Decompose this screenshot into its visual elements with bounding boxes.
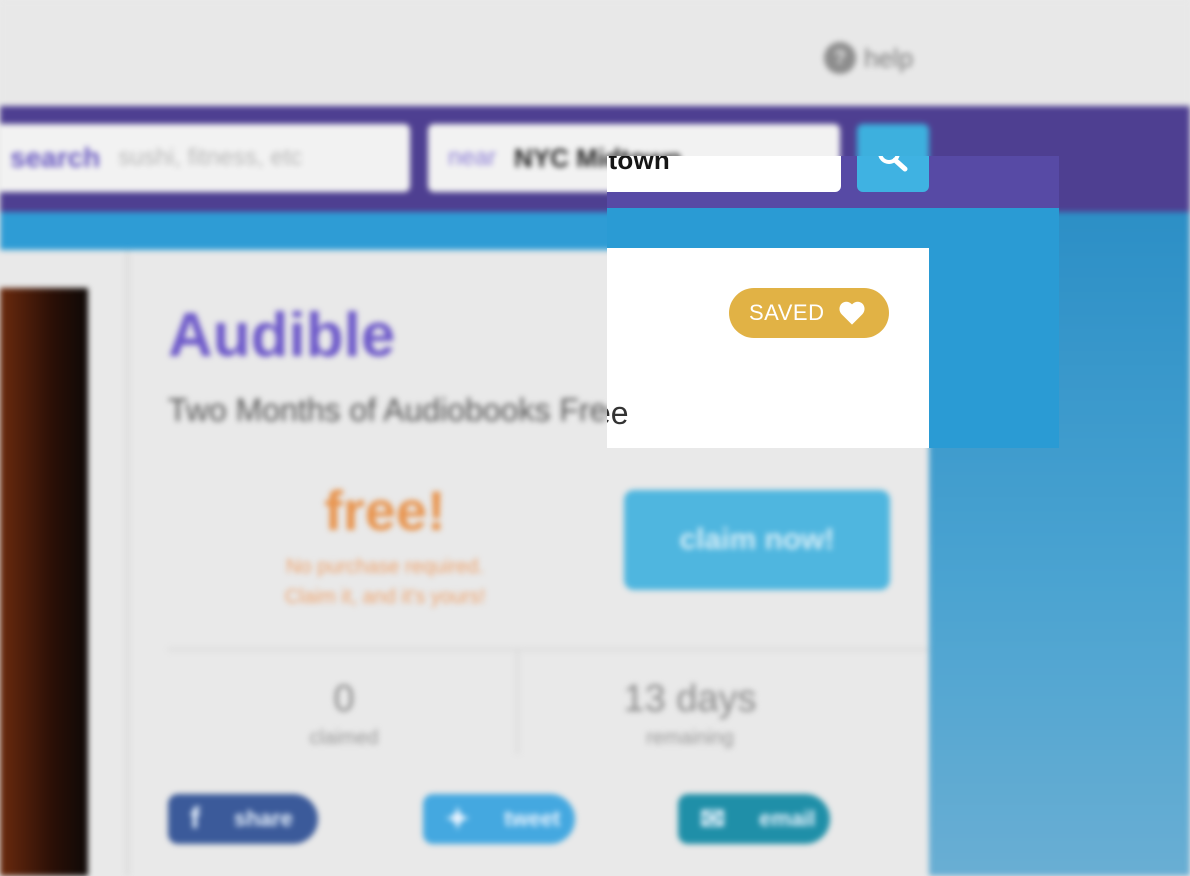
location-input-value: idtown bbox=[607, 156, 670, 175]
deal-image bbox=[0, 288, 88, 876]
stat-remaining: 13 days remaining bbox=[590, 678, 790, 750]
saved-label: SAVED bbox=[749, 300, 825, 325]
help-label: help bbox=[864, 42, 914, 73]
near-label: near bbox=[448, 144, 497, 171]
help-icon: ? bbox=[824, 42, 856, 74]
deal-price: free! bbox=[324, 479, 446, 542]
top-bar: ? help bbox=[0, 0, 1190, 106]
stat-value: 0 bbox=[333, 678, 355, 720]
stat-caption: claimed bbox=[309, 727, 379, 749]
help-link[interactable]: ? help bbox=[824, 42, 913, 74]
stat-claimed: 0 claimed bbox=[254, 678, 434, 750]
facebook-icon: f bbox=[190, 802, 200, 835]
share-email-button[interactable]: ✉ email bbox=[678, 794, 830, 844]
share-twitter-button[interactable]: ✦ tweet bbox=[423, 794, 575, 844]
share-label: tweet bbox=[504, 806, 561, 831]
stat-caption: remaining bbox=[646, 727, 734, 749]
search-field[interactable]: search sushi, fitness, etc bbox=[0, 124, 410, 192]
share-label: email bbox=[759, 806, 816, 831]
search-placeholder: sushi, fitness, etc bbox=[118, 144, 303, 171]
search-icon bbox=[878, 156, 908, 172]
twitter-icon: ✦ bbox=[445, 802, 471, 836]
price-note-line2: Claim it, and it's yours! bbox=[284, 586, 486, 608]
deal-card: SAVED ee bbox=[607, 248, 929, 448]
claim-now-button[interactable]: claim now! bbox=[624, 490, 890, 590]
share-label: share bbox=[234, 806, 293, 831]
search-button[interactable] bbox=[857, 156, 929, 192]
location-input[interactable]: idtown bbox=[607, 156, 841, 192]
price-note: No purchase required. Claim it, and it's… bbox=[240, 552, 530, 612]
divider bbox=[516, 650, 519, 754]
saved-button[interactable]: SAVED bbox=[729, 288, 889, 338]
deal-title: Audible bbox=[168, 301, 396, 370]
deal-subtitle: Two Months of Audiobooks Free bbox=[168, 392, 626, 428]
divider bbox=[126, 250, 129, 876]
search-label: search bbox=[10, 142, 101, 173]
heart-icon bbox=[839, 301, 865, 325]
price-note-line1: No purchase required. bbox=[286, 556, 484, 578]
email-icon: ✉ bbox=[700, 802, 726, 836]
share-facebook-button[interactable]: f share bbox=[168, 794, 318, 844]
divider bbox=[168, 648, 929, 651]
deal-subtitle-fragment: ee bbox=[607, 395, 629, 431]
stat-value: 13 days bbox=[623, 678, 757, 720]
